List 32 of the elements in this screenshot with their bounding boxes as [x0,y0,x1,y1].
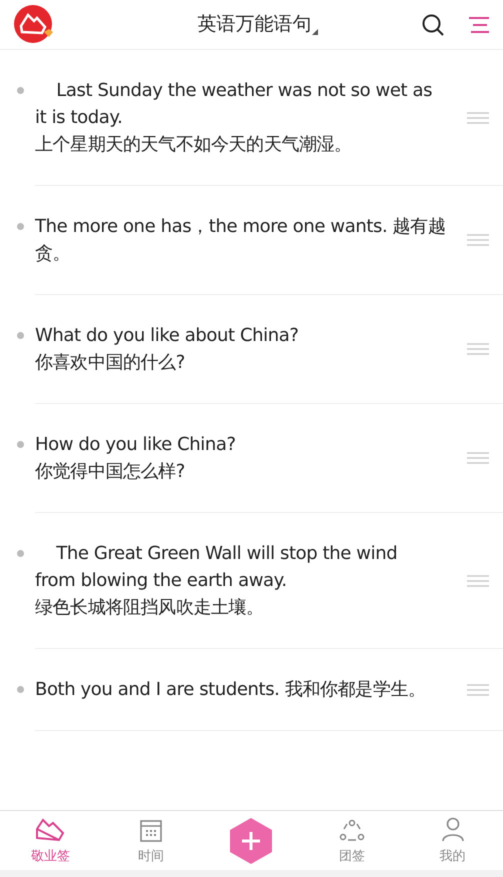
bullet-icon [17,686,24,693]
tab-item[interactable]: 时间 [100,811,202,870]
group-icon [339,818,366,842]
bullet-icon [17,550,24,557]
calendar-icon [138,818,163,842]
bullet-icon [17,332,24,339]
note-text[interactable]: Both you and I are students. 我和你都是学生。 [35,676,453,703]
page-title[interactable]: 英语万能语句 [198,10,312,39]
note-text[interactable]: How do you like China? 你觉得中国怎么样? [35,431,453,485]
bullet-icon [17,441,24,448]
drag-handle-icon[interactable] [467,234,489,246]
envelope-icon [34,816,66,842]
menu-icon[interactable] [469,16,489,34]
note-text[interactable]: Last Sunday the weather was not so wet as it is today. 上个星期天的天气不如今天的天气潮湿。 [35,77,453,158]
person-icon [440,816,465,842]
note-text[interactable]: What do you like about China? 你喜欢中国的什么? [35,322,453,376]
drag-handle-icon[interactable] [467,574,489,586]
search-icon[interactable] [421,12,445,36]
bullet-icon [17,223,24,230]
tab-item[interactable]: 团签 [302,811,402,870]
drag-handle-icon[interactable] [467,452,489,464]
app-logo[interactable] [14,4,54,44]
add-button[interactable] [229,816,274,864]
dropdown-corner-icon [312,28,318,35]
tab-item[interactable]: 敬业签 [0,811,101,870]
note-text[interactable]: The Great Green Wall will stop the wind from blowing the earth away. 绿色长城将阻挡风吹走土壤。 [35,540,453,621]
drag-handle-icon[interactable] [467,684,489,696]
drag-handle-icon[interactable] [467,112,489,124]
drag-handle-icon[interactable] [467,343,489,355]
tab-item[interactable]: 我的 [402,811,503,870]
bullet-icon [17,87,24,94]
note-text[interactable]: The more one has，the more one wants. 越有越贪。 [35,213,453,267]
